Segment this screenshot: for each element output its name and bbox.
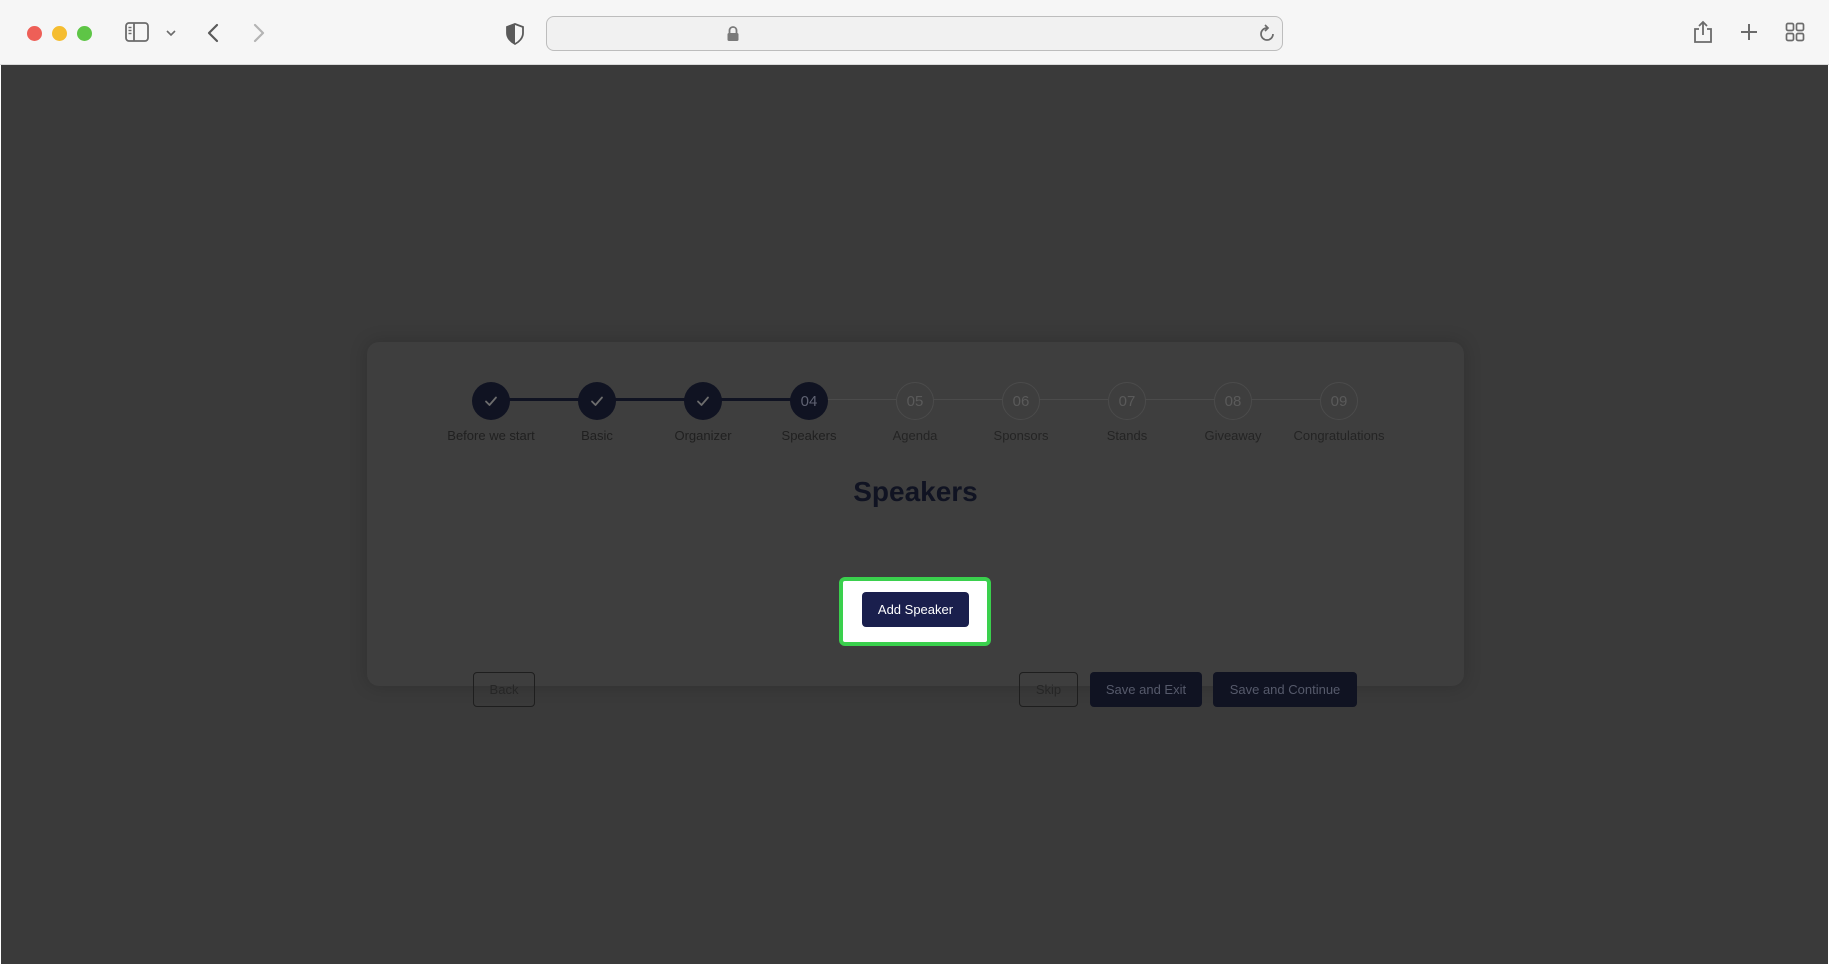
- zoom-window-button[interactable]: [77, 26, 92, 41]
- browser-window: Before we start Basic Organizer 04 Speakers 0…: [0, 0, 1829, 966]
- save-and-exit-button[interactable]: Save and Exit: [1090, 672, 1202, 707]
- browser-toolbar: [0, 0, 1829, 65]
- close-window-button[interactable]: [27, 26, 42, 41]
- plus-icon[interactable]: [1739, 22, 1759, 42]
- step-number: 04: [790, 382, 828, 420]
- forward-icon[interactable]: [252, 22, 266, 44]
- add-speaker-button[interactable]: Add Speaker: [862, 592, 969, 627]
- step-label: Agenda: [892, 428, 938, 443]
- address-bar[interactable]: [546, 16, 1283, 51]
- step-basic[interactable]: Basic: [537, 382, 657, 443]
- check-icon: [578, 382, 616, 420]
- step-label: Congratulations: [1293, 428, 1385, 443]
- step-label: Organizer: [674, 428, 732, 443]
- lock-icon: [727, 26, 739, 41]
- sidebar-icon[interactable]: [125, 22, 149, 42]
- step-stands[interactable]: 07 Stands: [1067, 382, 1187, 443]
- step-label: Stands: [1106, 428, 1148, 443]
- step-number: 07: [1108, 382, 1146, 420]
- step-number: 09: [1320, 382, 1358, 420]
- skip-button[interactable]: Skip: [1019, 672, 1078, 707]
- progress-stepper: Before we start Basic Organizer 04 Speakers 0…: [367, 342, 1464, 462]
- back-icon[interactable]: [206, 22, 220, 44]
- share-icon[interactable]: [1692, 20, 1714, 44]
- step-speakers[interactable]: 04 Speakers: [749, 382, 869, 443]
- minimize-window-button[interactable]: [52, 26, 67, 41]
- step-label: Giveaway: [1204, 428, 1262, 443]
- step-agenda[interactable]: 05 Agenda: [855, 382, 975, 443]
- step-number: 05: [896, 382, 934, 420]
- page-title: Speakers: [853, 476, 978, 507]
- step-sponsors[interactable]: 06 Sponsors: [961, 382, 1081, 443]
- reload-icon[interactable]: [1258, 23, 1276, 43]
- step-label: Basic: [581, 428, 613, 443]
- save-and-continue-button[interactable]: Save and Continue: [1213, 672, 1357, 707]
- back-button[interactable]: Back: [473, 672, 535, 707]
- step-label: Speakers: [781, 428, 837, 443]
- check-icon: [684, 382, 722, 420]
- step-number: 08: [1214, 382, 1252, 420]
- step-label: Before we start: [447, 428, 535, 443]
- step-before-we-start[interactable]: Before we start: [431, 382, 551, 443]
- tabs-overview-icon[interactable]: [1785, 22, 1805, 42]
- check-icon: [472, 382, 510, 420]
- step-giveaway[interactable]: 08 Giveaway: [1173, 382, 1293, 443]
- step-organizer[interactable]: Organizer: [643, 382, 763, 443]
- step-congratulations[interactable]: 09 Congratulations: [1279, 382, 1399, 443]
- wizard-card: Before we start Basic Organizer 04 Speakers 0…: [367, 342, 1464, 707]
- step-label: Sponsors: [993, 428, 1049, 443]
- shield-icon[interactable]: [505, 23, 525, 45]
- step-number: 06: [1002, 382, 1040, 420]
- page-viewport: Before we start Basic Organizer 04 Speakers 0…: [1, 65, 1828, 964]
- chevron-down-icon[interactable]: [165, 28, 177, 38]
